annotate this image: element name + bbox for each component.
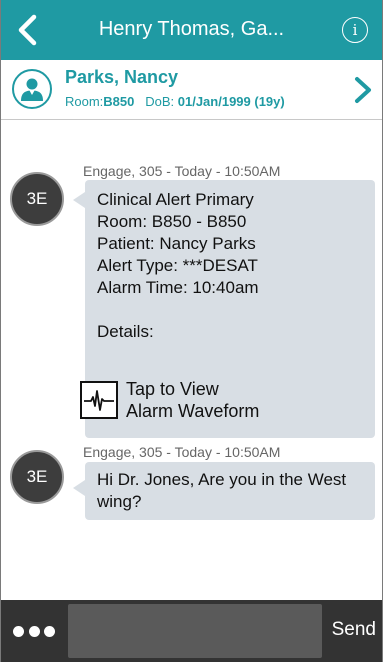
info-icon: i — [352, 21, 358, 39]
waveform-link-line2: Alarm Waveform — [126, 401, 260, 421]
dob-label: DoB: — [145, 94, 175, 109]
message-list: Engage, 305 - Today - 10:50AM 3E Clinica… — [1, 121, 382, 600]
back-chevron-icon — [18, 14, 37, 46]
view-waveform-link[interactable]: Tap to View Alarm Waveform — [80, 376, 300, 424]
message-meta: Engage, 305 - Today - 10:50AM — [83, 444, 281, 460]
message-line: Clinical Alert Primary — [97, 190, 254, 209]
more-dots-icon — [44, 625, 55, 637]
more-options-button[interactable] — [13, 624, 55, 638]
waveform-link-text: Tap to View Alarm Waveform — [126, 378, 259, 422]
top-nav-bar: Henry Thomas, Ga... i — [1, 0, 382, 60]
patient-avatar-icon — [21, 78, 43, 101]
message-composer: Send — [1, 600, 382, 662]
patient-header[interactable]: Parks, Nancy Room:B850 DoB: 01/Jan/1999 … — [1, 60, 382, 120]
info-button[interactable]: i — [342, 17, 368, 43]
back-button[interactable] — [9, 12, 45, 48]
message-line: Room: B850 - B850 — [97, 212, 247, 231]
patient-name: Parks, Nancy — [65, 67, 179, 87]
patient-avatar — [12, 69, 52, 109]
message-line: Alarm Time: 10:40am — [97, 278, 259, 297]
send-button[interactable]: Send — [332, 619, 376, 641]
message-input[interactable] — [68, 604, 322, 658]
message-bubble: Hi Dr. Jones, Are you in the West wing? — [73, 462, 375, 520]
sender-avatar[interactable]: 3E — [10, 450, 64, 504]
message-line — [97, 299, 363, 321]
message-line: Alert Type: ***DESAT — [97, 256, 258, 275]
message-line: Details: — [97, 322, 154, 341]
message-line: wing? — [97, 492, 142, 511]
message-line: Hi Dr. Jones, Are you in the West — [97, 470, 347, 489]
message-bubble: Clinical Alert Primary Room: B850 - B850… — [73, 180, 375, 438]
message-meta: Engage, 305 - Today - 10:50AM — [83, 163, 281, 179]
waveform-icon — [80, 381, 118, 419]
chevron-right-icon — [355, 77, 371, 103]
conversation-title: Henry Thomas, Ga... — [98, 18, 285, 40]
patient-details: Room:B850 DoB: 01/Jan/1999 (19y) — [65, 94, 285, 109]
room-value: B850 — [103, 94, 135, 109]
more-dots-icon — [28, 625, 40, 637]
more-dots-icon — [13, 625, 24, 637]
room-label: Room: — [65, 94, 104, 109]
message-line: Patient: Nancy Parks — [97, 234, 256, 253]
waveform-link-line1: Tap to View — [126, 379, 219, 399]
sender-avatar[interactable]: 3E — [10, 172, 64, 226]
dob-value: 01/Jan/1999 (19y) — [177, 94, 285, 109]
